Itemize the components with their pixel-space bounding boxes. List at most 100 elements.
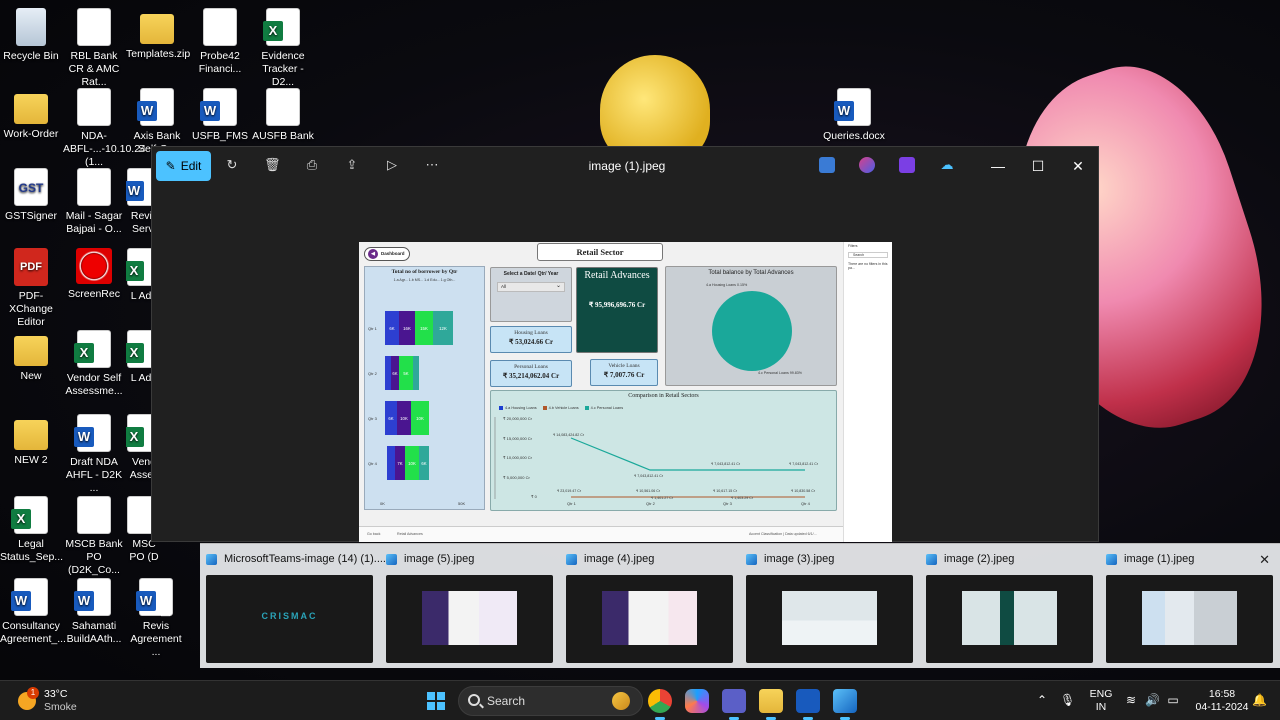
- desktop-icon-legal-status[interactable]: Legal Status_Sep...: [0, 496, 63, 564]
- desktop-icon-queries-docx[interactable]: Queries.docx: [823, 88, 885, 143]
- desktop-icon-usfb-fms[interactable]: USFB_FMS: [189, 88, 251, 143]
- pdf-document-icon: [77, 168, 111, 206]
- pie-chart: [712, 291, 792, 371]
- pharaoh-widget-icon[interactable]: [612, 692, 630, 710]
- bar-segment: 15K: [415, 311, 433, 345]
- filmstrip-item[interactable]: image (4).jpeg: [560, 544, 733, 669]
- filmstrip-toggle-icon[interactable]: ▭: [160, 606, 171, 620]
- axis-max-label: 50K: [458, 501, 466, 506]
- desktop-icon-consultancy-agreement[interactable]: Consultancy Agreement_...: [0, 578, 66, 646]
- thumbnail: [746, 575, 913, 663]
- share-icon[interactable]: ⇪: [344, 157, 360, 173]
- maximize-icon[interactable]: ☐: [1027, 155, 1049, 177]
- excel-icon: [11, 496, 48, 534]
- edit-button[interactable]: ✎ Edit: [156, 151, 211, 181]
- desktop-icon-rbl-bank[interactable]: RBL Bank CR & AMC Rat...: [63, 8, 125, 89]
- bar-group-qtr2: 6K 5K: [385, 356, 425, 390]
- bar-segment: 6K: [385, 401, 397, 435]
- desktop-icon-ausfb-bank[interactable]: AUSFB Bank: [252, 88, 314, 143]
- photos-app-icon[interactable]: [819, 157, 835, 173]
- word-icon: [11, 578, 48, 616]
- data-label: ₹ 1,401.27 Cr: [651, 496, 674, 500]
- filmstrip-item[interactable]: image (3).jpeg: [740, 544, 913, 669]
- thumbnail: [926, 575, 1093, 663]
- notification-badge: 1: [27, 687, 39, 699]
- microphone-icon[interactable]: 🎙: [1060, 693, 1075, 707]
- notification-bell-icon[interactable]: 🔔: [1252, 693, 1267, 707]
- volume-icon[interactable]: 🔊: [1145, 693, 1160, 707]
- slideshow-icon[interactable]: ▷: [384, 157, 400, 173]
- minimize-icon[interactable]: —: [987, 155, 1009, 177]
- filmstrip-item-name: image (2).jpeg: [926, 553, 1014, 565]
- desktop-icon-new-2[interactable]: NEW 2: [0, 414, 62, 467]
- more-options-icon[interactable]: ⋯: [424, 157, 440, 173]
- file-explorer-icon[interactable]: [759, 689, 783, 720]
- teams-icon[interactable]: [722, 689, 746, 720]
- desktop-icon-work-order[interactable]: Work-Order: [0, 88, 62, 141]
- copilot-icon[interactable]: [685, 689, 709, 713]
- desktop-icon-vendor-self[interactable]: Vendor Self Assessme...: [63, 330, 125, 398]
- weather-temperature: 33°C: [44, 688, 68, 700]
- start-windows-icon[interactable]: [427, 692, 445, 710]
- date-filter-select: All: [497, 282, 565, 292]
- word-icon: [137, 88, 174, 126]
- desktop-icon-probe42[interactable]: Probe42 Financi...: [189, 8, 251, 76]
- x-tick: Qtr 2: [646, 501, 656, 506]
- chevron-up-icon[interactable]: ⌃: [1035, 693, 1049, 707]
- housing-loans-label: Housing Loans: [514, 330, 548, 336]
- taskbar: 1 33°C Smoke Search ⌃ 🎙 ENG IN ≋ 🔊 ▭ 16:…: [0, 680, 1280, 720]
- filmstrip-item-name: image (3).jpeg: [746, 553, 834, 565]
- vehicle-loans-label: Vehicle Loans: [608, 363, 640, 369]
- desktop-icon-nda-abfl[interactable]: NDA-ABFL-...-10.10.24 (1...: [63, 88, 146, 169]
- filmstrip-item[interactable]: image (2).jpeg: [920, 544, 1093, 669]
- wifi-icon[interactable]: ≋: [1124, 693, 1138, 707]
- bar-segment: 10K: [411, 401, 429, 435]
- desktop-icon-templates-zip[interactable]: Templates.zip: [126, 8, 190, 61]
- filmstrip-item-name: MicrosoftTeams-image (14) (1)....: [206, 553, 386, 565]
- desktop-icon-evidence-tracker[interactable]: Evidence Tracker - D2...: [252, 8, 314, 89]
- clock[interactable]: 16:58 04-11-2024: [1188, 688, 1256, 714]
- desktop-icon-mscb-bank[interactable]: MSCB Bank PO (D2K_Co...: [63, 496, 125, 577]
- clock-time: 16:58: [1208, 688, 1236, 700]
- desktop-icon-gstsigner[interactable]: GST GSTSigner: [0, 168, 62, 223]
- dashboard-status-bar: Go back Retail Advances Accent Classific…: [359, 526, 843, 542]
- x-tick: Qtr 4: [801, 501, 811, 506]
- weather-widget[interactable]: 1 33°C Smoke: [18, 687, 77, 714]
- desktop-icon-sahamati[interactable]: Sahamati BuildAAth...: [63, 578, 125, 646]
- housing-loans-card: Housing Loans ₹ 53,024.66 Cr: [490, 326, 572, 353]
- filmstrip-item[interactable]: image (5).jpeg: [380, 544, 553, 669]
- thumbnail-logo-text: CRISMAC: [261, 611, 318, 621]
- battery-icon[interactable]: ▭: [1166, 693, 1180, 707]
- y-tick: ₹ 20,000,000 Cr: [503, 416, 533, 421]
- edit-icon: ✎: [165, 159, 176, 173]
- desktop-icon-new[interactable]: New: [0, 330, 62, 383]
- filmstrip-item-name: image (4).jpeg: [566, 553, 654, 565]
- borrowers-panel: Total no of borrower by Qtr 1.a Agr... 1…: [364, 266, 485, 510]
- chrome-icon[interactable]: [648, 689, 672, 720]
- language-indicator[interactable]: ENG IN: [1087, 688, 1115, 714]
- word-taskbar-icon[interactable]: [796, 689, 820, 720]
- comparison-line-chart: ₹ 20,000,000 Cr ₹ 15,000,000 Cr ₹ 10,000…: [494, 416, 819, 506]
- desktop-icon-revis-agreement[interactable]: Revis Agreement ...: [126, 578, 186, 659]
- desktop-icon-pdf-xchange[interactable]: PDF PDF-XChange Editor: [0, 248, 62, 329]
- delete-icon[interactable]: 🗑: [264, 157, 281, 173]
- filmstrip-item[interactable]: MicrosoftTeams-image (14) (1).... CRISMA…: [200, 544, 386, 669]
- date-filter-card: Select a Date/ Qtr/ Year All: [490, 267, 572, 322]
- bar-segment: 16K: [399, 311, 415, 345]
- data-label: ₹ 7,043,812.41 Cr: [634, 474, 664, 478]
- onedrive-icon[interactable]: ☁: [939, 157, 955, 173]
- desktop-icon-mail-sagar[interactable]: Mail - Sagar Bajpai - O...: [63, 168, 125, 236]
- desktop-icon-screenrec[interactable]: ScreenRec: [63, 248, 125, 301]
- close-filmstrip-icon[interactable]: ✕: [1259, 552, 1270, 568]
- photos-taskbar-icon[interactable]: [833, 689, 857, 720]
- clipchamp-icon[interactable]: [899, 157, 915, 173]
- filmstrip-item-selected[interactable]: image (1).jpeg: [1100, 544, 1273, 669]
- desktop-icon-draft-nda[interactable]: Draft NDA AHFL - D2K ...: [63, 414, 125, 495]
- bar-group-qtr4: 7K 10K 6K: [385, 446, 435, 480]
- rotate-icon[interactable]: ↻: [224, 157, 240, 173]
- designer-icon[interactable]: [859, 157, 875, 173]
- print-icon[interactable]: ⎙: [304, 157, 320, 173]
- desktop-icon-recycle-bin[interactable]: Recycle Bin: [0, 8, 62, 63]
- filters-note: There are no filters in this pa...: [848, 262, 888, 270]
- close-icon[interactable]: ✕: [1067, 155, 1089, 177]
